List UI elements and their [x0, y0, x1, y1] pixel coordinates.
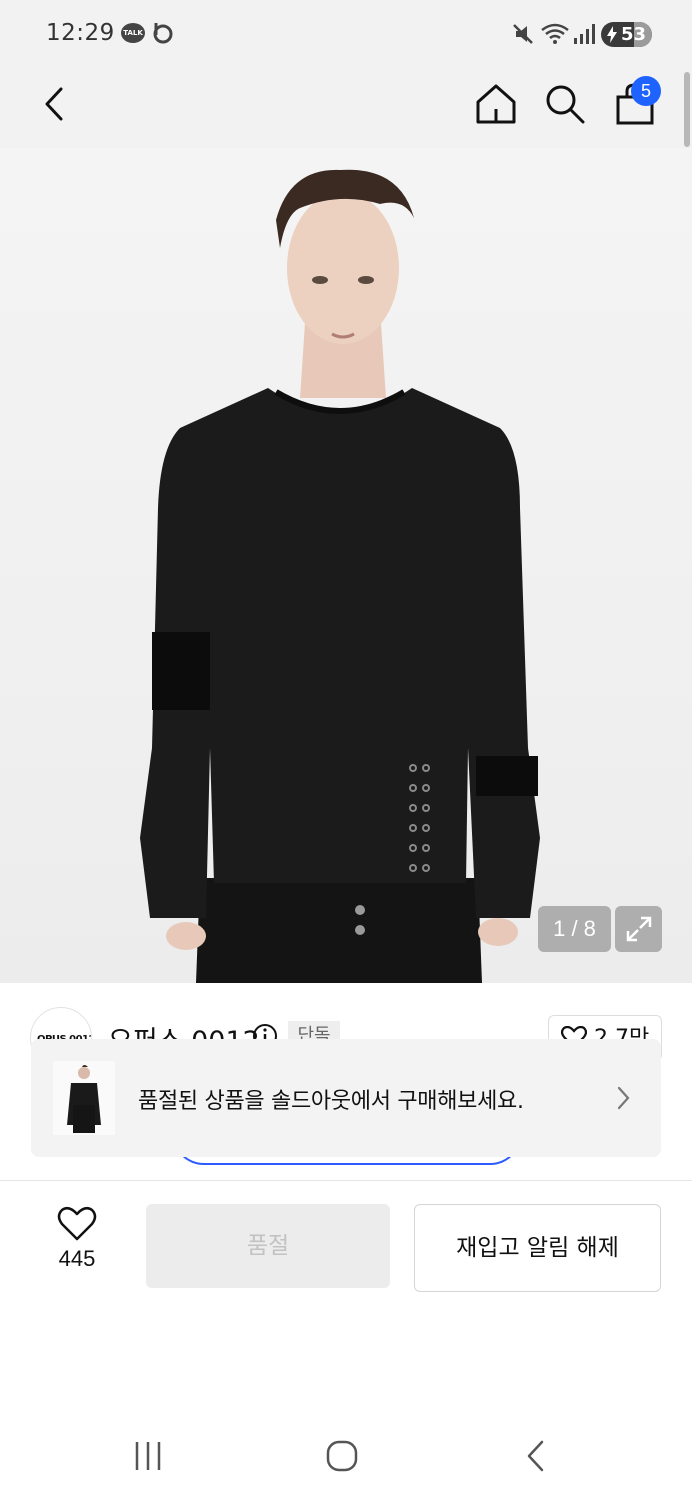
signal-icon: [574, 24, 595, 44]
divider: [0, 1180, 692, 1181]
product-photo-illustration: [140, 169, 540, 983]
restock-alert-cancel-button[interactable]: 재입고 알림 해제: [414, 1204, 661, 1292]
home-button[interactable]: [468, 76, 524, 132]
heart-icon: [57, 1206, 97, 1241]
battery-indicator: 53: [601, 22, 652, 47]
expand-image-button[interactable]: [615, 906, 662, 952]
search-button[interactable]: [537, 76, 593, 132]
kakaotalk-icon: TALK: [121, 23, 145, 43]
charging-icon: [607, 26, 617, 43]
status-time: 12:29: [46, 20, 115, 46]
recent-apps-button[interactable]: [128, 1438, 168, 1474]
chevron-left-icon: [45, 87, 63, 121]
expand-icon: [626, 916, 651, 942]
back-nav-button[interactable]: [516, 1438, 556, 1474]
image-counter: 1 / 8: [538, 906, 611, 952]
recent-apps-icon: [135, 1442, 161, 1470]
thumbnail-illustration: [67, 1065, 101, 1133]
wifi-icon: [541, 23, 569, 44]
banner-thumbnail: [53, 1061, 115, 1135]
home-icon: [476, 84, 516, 124]
product-image[interactable]: [0, 148, 692, 983]
soldout-button: 품절: [146, 1204, 390, 1288]
system-navigation-bar: [0, 1410, 692, 1500]
wishlist-count: 445: [58, 1246, 96, 1271]
home-nav-button[interactable]: [322, 1438, 362, 1474]
soldout-banner[interactable]: 품절된 상품을 솔드아웃에서 구매해보세요.: [31, 1039, 661, 1157]
status-bar: 12:29 TALK 53: [0, 0, 692, 68]
b-app-icon: [153, 23, 173, 44]
soldout-banner-message: 품절된 상품을 솔드아웃에서 구매해보세요.: [138, 1089, 524, 1114]
mute-icon: [513, 24, 533, 44]
search-icon: [546, 85, 585, 124]
scrollbar[interactable]: [684, 72, 690, 147]
home-circle-icon: [326, 1440, 358, 1472]
cart-count-badge: 5: [631, 76, 661, 106]
back-arrow-icon: [527, 1440, 544, 1472]
top-navigation: [0, 68, 692, 148]
back-button[interactable]: [26, 76, 82, 132]
wishlist-button[interactable]: 445: [40, 1206, 114, 1286]
battery-level: 53: [621, 24, 647, 45]
chevron-right-icon: [617, 1086, 630, 1110]
